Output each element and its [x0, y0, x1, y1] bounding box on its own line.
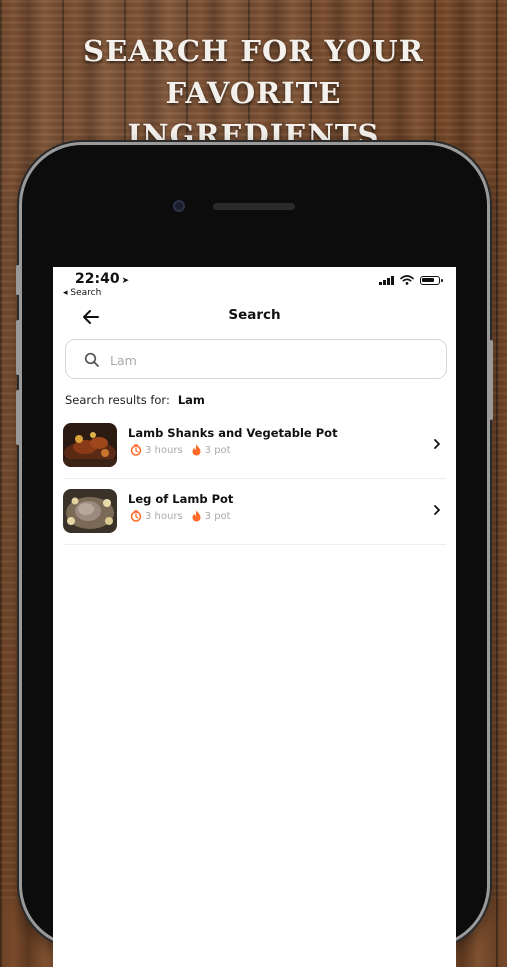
nav-bar: Search	[53, 301, 456, 333]
mute-switch	[16, 265, 20, 295]
recipe-meta: 3 hours 3 pot	[130, 444, 231, 456]
cook-time-value: 3 hours	[145, 510, 183, 522]
earpiece-speaker	[213, 203, 295, 210]
recipe-thumbnail	[63, 489, 117, 533]
cook-time: 3 hours	[130, 510, 183, 522]
timer-icon	[130, 444, 142, 456]
status-icons	[379, 275, 443, 285]
chevron-right-icon	[434, 439, 440, 449]
servings-value: 3 pot	[204, 444, 231, 456]
flame-icon	[192, 510, 201, 522]
flame-icon	[192, 444, 201, 456]
search-icon	[84, 352, 99, 367]
results-label: Search results for:	[65, 393, 170, 407]
power-button	[489, 340, 493, 420]
location-arrow-icon: ➤	[121, 276, 130, 286]
front-camera	[173, 200, 185, 212]
headline-line-1: SEARCH FOR YOUR FAVORITE	[83, 34, 424, 110]
servings: 3 pot	[191, 444, 231, 456]
results-query: Lam	[177, 393, 205, 407]
phone-frame: 22:40 ➤ ◂ Search Search Lam Search resul…	[16, 145, 493, 967]
volume-up-button	[16, 320, 20, 375]
promo-headline: SEARCH FOR YOUR FAVORITE INGREDIENTS	[0, 30, 507, 156]
search-input[interactable]	[108, 349, 432, 371]
recipe-thumbnail	[63, 423, 117, 467]
search-field[interactable]	[65, 339, 447, 379]
servings-value: 3 pot	[204, 510, 231, 522]
status-time: 22:40 ➤	[75, 271, 130, 287]
recipe-title: Leg of Lamb Pot	[128, 492, 234, 506]
app-screen: 22:40 ➤ ◂ Search Search Lam Search resul…	[53, 267, 456, 967]
recipe-list-item[interactable]: Lamb Shanks and Vegetable Pot 3 hours 3 …	[53, 413, 456, 479]
page-title: Search	[228, 307, 281, 323]
back-to-app-link[interactable]: ◂ Search	[63, 288, 101, 298]
volume-down-button	[16, 390, 20, 445]
recipe-list-item[interactable]: Leg of Lamb Pot 3 hours 3 pot	[53, 479, 456, 545]
servings: 3 pot	[191, 510, 231, 522]
recipe-meta: 3 hours 3 pot	[130, 510, 231, 522]
divider	[63, 544, 446, 545]
battery-icon	[420, 275, 443, 285]
wifi-icon	[400, 275, 414, 285]
timer-icon	[130, 510, 142, 522]
search-results-header: Search results for: Lam	[65, 393, 205, 407]
status-bar: 22:40 ➤ ◂ Search	[53, 267, 456, 301]
cook-time-value: 3 hours	[145, 444, 183, 456]
recipe-title: Lamb Shanks and Vegetable Pot	[128, 426, 338, 440]
chevron-right-icon	[434, 505, 440, 515]
signal-icon	[379, 275, 394, 285]
cook-time: 3 hours	[130, 444, 183, 456]
